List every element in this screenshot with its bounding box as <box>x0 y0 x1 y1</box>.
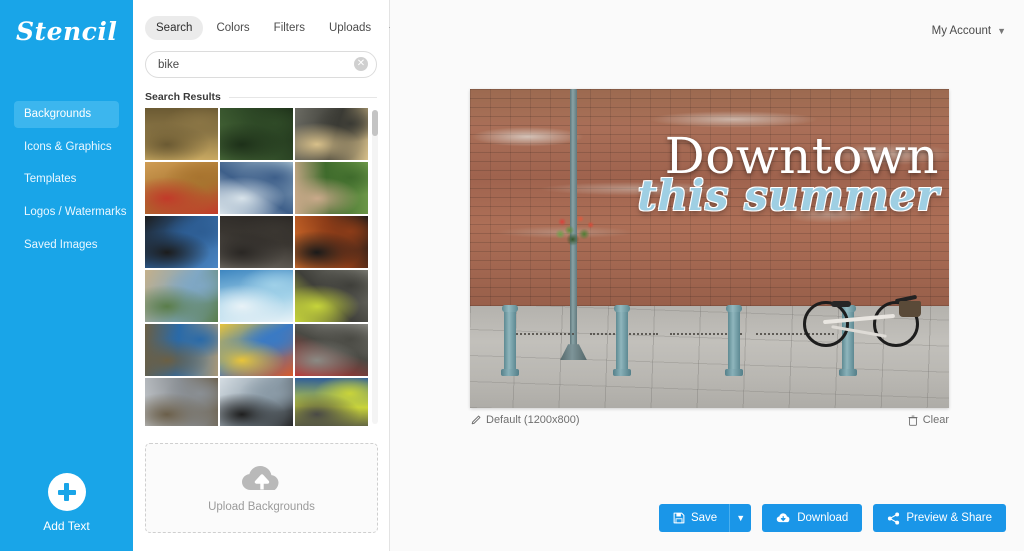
search-results-label: Search Results <box>145 91 221 103</box>
save-button[interactable]: Save <box>659 504 729 532</box>
sidebar-item-templates[interactable]: Templates <box>14 166 119 193</box>
thumbnail-item[interactable] <box>220 108 293 160</box>
brand-logo[interactable]: Stencil <box>0 0 133 46</box>
canvas-text-overlay: Downtown this summer <box>470 133 949 217</box>
add-text-button[interactable]: Add Text <box>0 473 133 533</box>
bollard <box>504 310 516 370</box>
tab-filters[interactable]: Filters <box>263 16 316 40</box>
panel-tabs: Search Colors Filters Uploads ★ <box>133 0 389 40</box>
pencil-icon <box>470 415 481 426</box>
trash-icon <box>908 415 918 426</box>
thumbnail-item[interactable] <box>145 162 218 214</box>
search-results-header: Search Results <box>133 78 389 103</box>
bollard <box>616 310 628 370</box>
save-split-button: Save ▼ <box>659 504 751 532</box>
account-menu[interactable]: My Account ▼ <box>932 25 1006 37</box>
bike-wheel-rear <box>803 301 849 347</box>
sidebar-item-icons-graphics[interactable]: Icons & Graphics <box>14 134 119 161</box>
thumbnail-item[interactable] <box>295 324 368 376</box>
thumbnail-item[interactable] <box>295 270 368 322</box>
thumbnail-item[interactable] <box>145 324 218 376</box>
download-label: Download <box>797 512 848 524</box>
download-button[interactable]: Download <box>762 504 862 532</box>
thumbnail-item[interactable] <box>145 378 218 426</box>
floppy-icon <box>673 512 685 524</box>
upload-dropzone-label: Upload Backgrounds <box>208 501 315 513</box>
cloud-upload-icon <box>240 464 284 494</box>
thumbnail-item[interactable] <box>295 216 368 268</box>
clear-search-icon[interactable]: ✕ <box>354 57 368 71</box>
tab-colors[interactable]: Colors <box>205 16 260 40</box>
sidebar-item-label: Icons & Graphics <box>24 141 112 153</box>
clear-label: Clear <box>923 414 949 426</box>
cloud-download-icon <box>776 512 791 524</box>
save-label: Save <box>691 512 717 524</box>
bike-seat <box>831 301 851 307</box>
thumbnail-item[interactable] <box>145 108 218 160</box>
canvas-subheadline[interactable]: this summer <box>470 175 939 217</box>
sidebar-item-label: Templates <box>24 173 76 185</box>
stencil-app: Stencil Backgrounds Icons & Graphics Tem… <box>0 0 1024 551</box>
thumbnail-grid <box>145 108 368 426</box>
hanging-flower-basket <box>552 212 598 250</box>
sidebar-item-label: Saved Images <box>24 239 98 251</box>
sidebar-nav: Backgrounds Icons & Graphics Templates L… <box>0 101 133 258</box>
sidebar-item-saved-images[interactable]: Saved Images <box>14 232 119 259</box>
search-results-scroll[interactable] <box>145 108 378 426</box>
thumbnail-item[interactable] <box>220 216 293 268</box>
bike-basket <box>899 301 921 317</box>
clear-canvas-button[interactable]: Clear <box>908 414 949 426</box>
thumbnail-item[interactable] <box>145 216 218 268</box>
canvas-container: Downtown this summer <box>470 89 949 408</box>
thumbnail-item[interactable] <box>295 378 368 426</box>
chevron-down-icon: ▼ <box>997 26 1006 36</box>
divider <box>229 97 377 98</box>
canvas-meta-bar: Default (1200x800) Clear <box>470 414 949 426</box>
tab-uploads[interactable]: Uploads <box>318 16 382 40</box>
share-icon <box>887 512 900 525</box>
preview-share-button[interactable]: Preview & Share <box>873 504 1006 532</box>
thumbnail-item[interactable] <box>220 162 293 214</box>
sidebar-item-label: Logos / Watermarks <box>24 206 126 218</box>
tab-search[interactable]: Search <box>145 16 203 40</box>
preview-label: Preview & Share <box>906 512 992 524</box>
thumbnail-item[interactable] <box>295 162 368 214</box>
chain-barrier <box>508 333 574 335</box>
thumbnail-item[interactable] <box>220 270 293 322</box>
results-scrollbar[interactable] <box>372 110 378 424</box>
bollard <box>728 310 740 370</box>
scrollbar-thumb[interactable] <box>372 110 378 136</box>
sidebar: Stencil Backgrounds Icons & Graphics Tem… <box>0 0 133 551</box>
bicycle <box>801 285 921 347</box>
search-container: ✕ <box>133 40 389 78</box>
canvas-size-label: Default (1200x800) <box>486 414 580 426</box>
add-text-label: Add Text <box>0 519 133 533</box>
design-canvas[interactable]: Downtown this summer <box>470 89 949 408</box>
search-input[interactable] <box>145 51 377 78</box>
canvas-size-control[interactable]: Default (1200x800) <box>470 414 580 426</box>
plus-icon <box>48 473 86 511</box>
left-panel: Search Colors Filters Uploads ★ ✕ Search… <box>133 0 390 551</box>
thumbnail-item[interactable] <box>295 108 368 160</box>
sidebar-item-logos-watermarks[interactable]: Logos / Watermarks <box>14 199 119 226</box>
sidebar-item-label: Backgrounds <box>24 108 91 120</box>
thumbnail-item[interactable] <box>145 270 218 322</box>
upload-dropzone[interactable]: Upload Backgrounds <box>145 443 378 533</box>
thumbnail-item[interactable] <box>220 378 293 426</box>
sidebar-item-backgrounds[interactable]: Backgrounds <box>14 101 119 128</box>
account-label: My Account <box>932 25 991 37</box>
main-area: My Account ▼ <box>390 0 1024 551</box>
save-dropdown-toggle[interactable]: ▼ <box>729 504 751 532</box>
thumbnail-item[interactable] <box>220 324 293 376</box>
action-buttons: Save ▼ Download Preview & Share <box>659 504 1006 532</box>
